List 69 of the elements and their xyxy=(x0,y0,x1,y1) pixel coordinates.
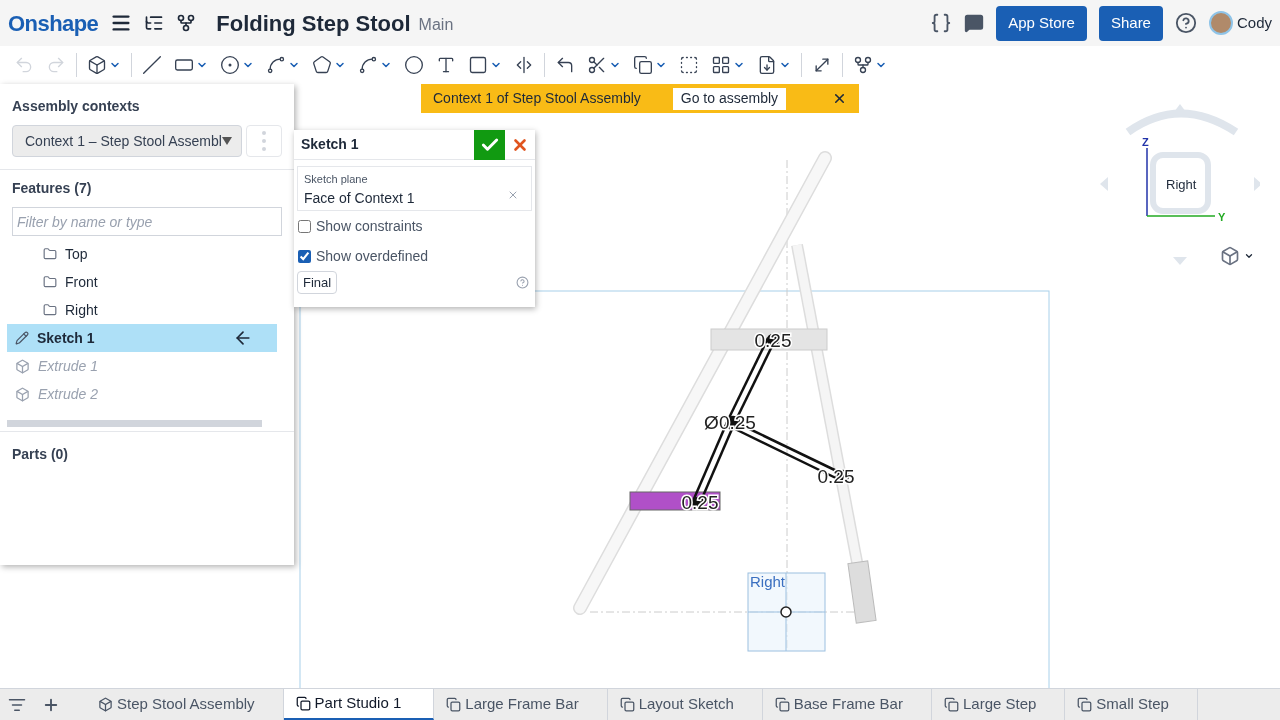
clear-icon[interactable] xyxy=(507,189,519,201)
assembly-icon xyxy=(98,697,113,712)
final-button[interactable]: Final xyxy=(297,271,338,294)
feature-label: Extrude 2 xyxy=(38,384,98,404)
plane-icon xyxy=(43,303,57,317)
plane-label: Right xyxy=(750,573,786,590)
section-title: Assembly contexts xyxy=(12,97,141,116)
option-checkbox[interactable] xyxy=(298,249,311,263)
feature-item[interactable]: Right xyxy=(7,296,277,324)
option-label: Show constraints xyxy=(316,216,423,236)
header-button[interactable]: App Store xyxy=(996,5,1087,41)
origin-icon xyxy=(780,606,792,618)
header-button[interactable]: Share xyxy=(1098,5,1163,41)
feature-item[interactable]: Top xyxy=(7,240,277,268)
accept-button[interactable] xyxy=(474,129,505,160)
cube-icon[interactable] xyxy=(1220,246,1240,266)
field-value: Face of Context 1 xyxy=(304,188,415,208)
option-checkbox[interactable] xyxy=(298,219,311,233)
plane-icon xyxy=(43,275,57,289)
context-dropdown[interactable]: Context 1 – Step Stool Assembl xyxy=(12,125,243,157)
filter-field[interactable]: Filter by name or type xyxy=(12,207,282,236)
part-studio-icon xyxy=(774,697,790,712)
feature-label: Front xyxy=(65,272,98,292)
option-label: Show overdefined xyxy=(316,246,429,266)
user-name[interactable]: Cody xyxy=(1236,11,1272,35)
part-studio-icon xyxy=(619,697,635,712)
z-axis-label: Z xyxy=(1142,135,1149,150)
feature-label: Sketch 1 xyxy=(37,328,95,348)
document-tab[interactable]: Step Stool Assembly xyxy=(86,689,284,720)
caret-icon[interactable] xyxy=(1244,251,1254,261)
branch-label: Main xyxy=(418,15,454,35)
part-studio-icon xyxy=(1077,697,1093,712)
feature-item[interactable]: Sketch 1 xyxy=(7,324,277,352)
close-icon[interactable] xyxy=(832,91,847,106)
document-tab[interactable]: Large Frame Bar xyxy=(434,689,608,720)
document-tab[interactable]: Part Studio 1 xyxy=(283,689,435,720)
part-studio-icon xyxy=(446,697,462,712)
view-cube-face-label: Right xyxy=(1166,176,1197,194)
feature-item[interactable]: Front xyxy=(7,268,277,296)
extrude-icon xyxy=(15,386,30,402)
document-tab[interactable]: Large Step xyxy=(931,689,1066,720)
y-axis-label: Y xyxy=(1218,210,1226,225)
variables-icon[interactable] xyxy=(930,12,953,34)
section-title: Parts (0) xyxy=(12,445,70,464)
document-title: Folding Step Stool xyxy=(216,9,411,38)
go-to-assembly-button[interactable]: Go to assembly xyxy=(672,87,787,110)
plane-icon xyxy=(43,247,57,261)
section-title: Features (7) xyxy=(12,179,93,198)
field-label: Sketch plane xyxy=(304,172,369,187)
document-tab[interactable]: Small Step xyxy=(1065,689,1198,720)
pencil-icon xyxy=(15,331,29,345)
extrude-icon xyxy=(15,358,30,374)
help-icon[interactable] xyxy=(1174,12,1197,34)
caret-icon xyxy=(221,137,232,145)
feature-label: Right xyxy=(65,300,98,320)
document-tab[interactable]: Base Frame Bar xyxy=(762,689,932,720)
document-tab[interactable]: Layout Sketch xyxy=(607,689,763,720)
part-studio-icon xyxy=(295,696,311,711)
banner-text: Context 1 of Step Stool Assembly xyxy=(433,89,641,108)
scrollbar[interactable] xyxy=(7,420,262,427)
part-studio-icon xyxy=(943,697,959,712)
feature-label: Top xyxy=(65,244,88,264)
comment-icon[interactable] xyxy=(964,13,985,33)
dialog-title: Sketch 1 xyxy=(300,135,360,154)
sketch-plane-field[interactable]: Sketch plane Face of Context 1 xyxy=(297,166,532,211)
logo[interactable]: Onshape xyxy=(8,6,99,40)
version-tree-icon[interactable] xyxy=(144,13,165,33)
avatar[interactable] xyxy=(1208,11,1233,35)
feature-label: Extrude 1 xyxy=(38,356,98,376)
